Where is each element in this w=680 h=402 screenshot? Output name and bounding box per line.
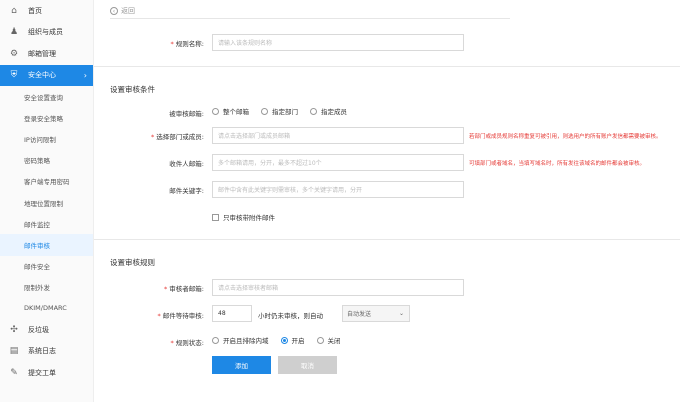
wait-suffix: 小时仍未审核，则自动 [258,312,323,320]
status-radio-group: 开启且排除内域 开启 关闭 [212,335,353,345]
sidebar-item-label: 反垃圾 [28,325,49,334]
radio-whole-mailbox[interactable]: 整个邮箱 [212,106,249,116]
chevron-right-icon: › [83,70,87,80]
shield-icon: ⛨ [10,70,18,81]
checkbox-box [212,213,219,221]
monitored-radio-group: 整个邮箱 指定部门 指定成员 [212,106,359,116]
sidebar-item-spam[interactable]: ✣ 反垃圾 [0,319,93,341]
sidebar-sub-item[interactable]: 安全设置查询 [0,86,93,107]
sidebar-item-label: 首页 [28,6,42,15]
radio-department[interactable]: 指定部门 [261,106,298,116]
monitored-label: 被审核邮箱: [169,110,204,118]
users-icon: ♟ [9,27,19,38]
add-button[interactable]: 添加 [212,356,271,374]
sidebar-sub-item[interactable]: IP访问限制 [0,128,93,149]
attachment-checkbox[interactable]: 只审核带附件邮件 [212,212,275,222]
keyword-input[interactable]: 邮件中含有此关键字则需审核，多个关键字请用，分开 [212,181,464,198]
sidebar-sub-item[interactable]: 密码策略 [0,150,93,171]
sidebar-item-label: 提交工单 [28,368,56,377]
recipient-label: 收件人邮箱: [169,160,204,168]
rule-name-label: * 规则名称: [170,40,204,48]
radio-member[interactable]: 指定成员 [310,106,347,116]
keyword-label: 邮件关键字: [169,187,204,195]
sidebar-sub-item[interactable]: 地理位置限制 [0,192,93,213]
radio-dot [316,336,324,344]
dept-input[interactable]: 请点击选择部门或成员邮箱 [212,127,464,144]
sidebar-sub-item[interactable]: 邮件安全 [0,256,93,277]
spam-icon: ✣ [10,324,18,335]
sidebar-item-label: 组织与成员 [28,28,63,37]
radio-on-exclude-internal[interactable]: 开启且排除内域 [212,335,269,345]
sidebar-item-security[interactable]: ⛨ 安全中心 › [0,64,93,86]
auditor-input[interactable]: 请点击选择审核者邮箱 [212,279,464,296]
radio-off[interactable]: 关闭 [316,335,341,345]
wait-hours-input[interactable]: 48 [212,305,252,322]
sidebar-sub-item[interactable]: DKIM/DMARC [0,298,93,319]
dept-hint: 若部门或成员规则名称重复可被引用，则选用户的所有账户发信都需要被审核。 [469,134,662,140]
radio-dot-selected [280,336,288,344]
attachment-checkbox-label: 只审核带附件邮件 [223,214,275,222]
sidebar-item-label: 安全中心 [28,71,56,80]
sidebar-item-ticket[interactable]: ✎ 提交工单 [0,362,93,384]
sidebar-sub-item[interactable]: 登录安全策略 [0,107,93,128]
gear-icon: ⚙ [9,48,19,59]
radio-on[interactable]: 开启 [280,335,305,345]
dept-label: * 选择部门或成员: [151,133,204,141]
back-link[interactable]: ‹ 返回 [110,4,510,19]
sidebar-sub-item[interactable]: 邮件监控 [0,213,93,234]
chevron-down-icon: ⌄ [398,310,404,317]
sidebar-item-label: 系统日志 [28,347,56,356]
auto-action-select[interactable]: 自动发送 ⌄ [342,305,410,322]
divider [94,66,680,67]
section-title-conditions: 设置审核条件 [110,85,155,94]
sidebar-sub-item-audit[interactable]: 邮件审核 [0,234,93,256]
auto-action-value: 自动发送 [347,311,372,318]
ticket-icon: ✎ [10,367,18,378]
radio-dot [310,107,317,115]
recipient-input[interactable]: 多个邮箱请用，分开，最多不超过10个 [212,154,464,171]
cancel-button[interactable]: 取消 [278,356,337,374]
sidebar-item-home[interactable]: ⌂ 首页 [0,0,93,22]
section-title-rules: 设置审核规则 [110,258,155,267]
radio-dot [212,107,219,115]
rule-name-input[interactable]: 请输入该条规则名称 [212,34,464,51]
sidebar-item-label: 邮箱管理 [28,49,56,58]
sidebar-item-organization[interactable]: ♟ 组织与成员 [0,22,93,44]
divider [94,239,680,240]
radio-dot [212,336,219,344]
sidebar: ⌂ 首页 ♟ 组织与成员 ⚙ 邮箱管理 ⛨ 安全中心 › 安全设置查询 登录安全… [0,0,94,402]
log-icon: ▤ [9,346,19,357]
radio-dot [261,107,268,115]
status-label: * 规则状态: [170,339,204,347]
sidebar-sub-item[interactable]: 客户端专用密码 [0,171,93,192]
wait-label: * 邮件等待审核: [157,312,204,320]
sidebar-item-logs[interactable]: ▤ 系统日志 [0,341,93,363]
back-label: 返回 [121,7,135,15]
back-arrow-icon: ‹ [110,7,118,15]
main-content: ‹ 返回 * 规则名称: 请输入该条规则名称 设置审核条件 被审核邮箱: 整个邮箱… [94,0,680,402]
sidebar-item-mailbox[interactable]: ⚙ 邮箱管理 [0,43,93,65]
recipient-hint: 可填部门或者域名，当填写域名时，所有发往该域名的邮件都会被审核。 [469,161,646,167]
sidebar-sub-item[interactable]: 限制外发 [0,277,93,298]
auditor-label: * 审核者邮箱: [164,285,204,293]
home-icon: ⌂ [11,5,17,16]
